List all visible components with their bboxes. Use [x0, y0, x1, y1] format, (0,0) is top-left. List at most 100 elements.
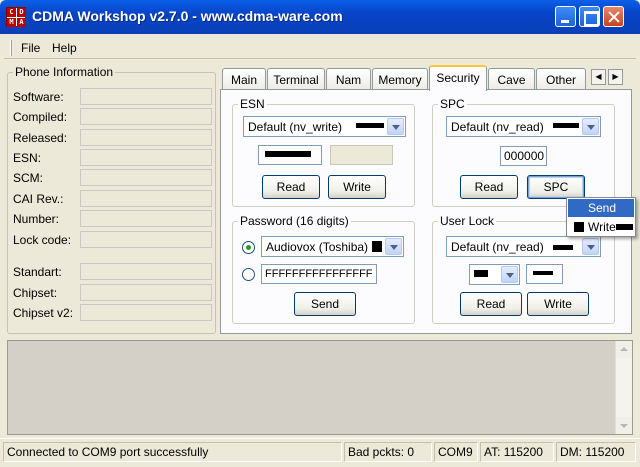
chipset-v2-label: Chipset v2: — [13, 306, 74, 320]
standart-label: Standart: — [13, 265, 62, 279]
esn-info-field — [80, 149, 212, 166]
scm-field — [80, 169, 212, 186]
chipset-label: Chipset: — [13, 286, 58, 300]
chipset-field — [80, 284, 212, 301]
lock-code-label: Lock code: — [13, 233, 72, 247]
spc-action-menu: Send Write — [566, 197, 636, 237]
phone-information-title: Phone Information — [13, 65, 116, 79]
tab-scroll-right-icon[interactable]: ▶ — [608, 69, 623, 85]
spc-read-button[interactable]: Read — [460, 175, 518, 199]
redaction-mark — [553, 245, 573, 250]
tab-nam[interactable]: Nam — [326, 68, 371, 90]
user-lock-method-value: Default (nv_read) — [451, 240, 544, 254]
redaction-mark — [616, 224, 633, 230]
password-custom-radio[interactable] — [242, 268, 255, 281]
redaction-mark — [574, 222, 584, 232]
spc-method-value: Default (nv_read) — [451, 120, 544, 134]
scroll-down-icon[interactable] — [616, 417, 632, 434]
spc-group: SPC Default (nv_read) 000000 Read SPC — [432, 97, 615, 207]
standart-field — [80, 263, 212, 280]
status-bar: Connected to COM9 port successfully Bad … — [0, 438, 640, 467]
popup-item-write[interactable]: Write — [568, 218, 634, 236]
esn-value-input[interactable] — [258, 145, 322, 165]
tab-memory[interactable]: Memory — [372, 68, 428, 90]
redaction-mark — [533, 271, 553, 275]
tab-other[interactable]: Other — [536, 68, 586, 90]
title-bar[interactable]: CDMA CDMA Workshop v2.7.0 - www.cdma-war… — [0, 0, 640, 34]
tab-main[interactable]: Main — [222, 68, 266, 90]
released-label: Released: — [13, 131, 68, 145]
status-bad-packets: Bad pckts: 0 — [344, 442, 432, 462]
menu-bar: File Help — [4, 37, 636, 59]
compiled-label: Compiled: — [13, 110, 68, 124]
redaction-mark — [474, 270, 488, 277]
user-lock-code-select[interactable] — [469, 264, 520, 285]
menu-help[interactable]: Help — [52, 41, 77, 55]
user-lock-code-input[interactable] — [526, 264, 563, 284]
esn-group: ESN Default (nv_write) Read Write — [232, 97, 415, 207]
menu-grip-icon — [10, 40, 12, 56]
chevron-down-icon[interactable] — [501, 266, 518, 283]
redaction-mark — [356, 123, 384, 128]
scm-label: SCM: — [13, 171, 43, 185]
user-lock-method-select[interactable]: Default (nv_read) — [446, 236, 601, 257]
esn-label: ESN: — [13, 151, 42, 165]
menu-file[interactable]: File — [21, 41, 40, 55]
status-dm-baud: DM: 115200 — [556, 442, 636, 462]
log-scrollbar[interactable] — [615, 341, 632, 434]
chevron-down-icon[interactable] — [387, 118, 404, 135]
password-preset-radio[interactable] — [242, 241, 255, 254]
user-lock-write-button[interactable]: Write — [527, 292, 589, 316]
password-send-button[interactable]: Send — [294, 292, 356, 316]
user-lock-read-button[interactable]: Read — [460, 292, 522, 316]
spc-button[interactable]: SPC — [527, 175, 585, 199]
tab-security[interactable]: Security — [429, 65, 487, 91]
popup-item-send[interactable]: Send — [568, 199, 634, 217]
esn-hex-input — [330, 145, 393, 165]
chevron-down-icon[interactable] — [385, 238, 402, 255]
popup-item-write-label: Write — [588, 220, 616, 234]
scroll-up-icon[interactable] — [616, 341, 632, 358]
redaction-mark — [372, 241, 382, 252]
maximize-button[interactable] — [579, 6, 600, 27]
spc-group-title: SPC — [438, 97, 467, 111]
spc-code-input[interactable]: 000000 — [500, 146, 547, 166]
tab-cave[interactable]: Cave — [488, 68, 535, 90]
software-label: Software: — [13, 90, 64, 104]
close-button[interactable] — [603, 6, 624, 27]
chevron-down-icon[interactable] — [582, 118, 599, 135]
window-title: CDMA Workshop v2.7.0 - www.cdma-ware.com — [32, 8, 343, 24]
number-label: Number: — [13, 212, 60, 226]
chevron-down-icon[interactable] — [582, 238, 599, 255]
cai-rev-label: CAI Rev.: — [13, 192, 64, 206]
esn-group-title: ESN — [238, 97, 267, 111]
compiled-field — [80, 108, 212, 125]
released-field — [80, 129, 212, 146]
minimize-button[interactable] — [555, 6, 576, 27]
tab-terminal[interactable]: Terminal — [267, 68, 325, 90]
status-message: Connected to COM9 port successfully — [3, 442, 342, 462]
app-icon: CDMA — [6, 7, 26, 27]
chipset-v2-field — [80, 304, 212, 321]
phone-information-group: Phone Information Software: Compiled: Re… — [7, 65, 216, 334]
status-at-baud: AT: 115200 — [480, 442, 554, 462]
redaction-mark — [265, 151, 311, 157]
log-area[interactable] — [7, 340, 633, 435]
esn-method-select[interactable]: Default (nv_write) — [243, 116, 406, 137]
status-port: COM9 — [434, 442, 478, 462]
software-field — [80, 88, 212, 105]
number-field — [80, 210, 212, 227]
esn-method-value: Default (nv_write) — [248, 120, 343, 134]
password-custom-input[interactable]: FFFFFFFFFFFFFFFF — [261, 264, 377, 284]
spc-method-select[interactable]: Default (nv_read) — [446, 116, 601, 137]
password-preset-select[interactable]: Audiovox (Toshiba) — [261, 236, 404, 257]
esn-write-button[interactable]: Write — [328, 175, 386, 199]
lock-code-field — [80, 231, 212, 248]
tab-scroll-left-icon[interactable]: ◀ — [591, 69, 606, 85]
user-lock-group-title: User Lock — [438, 214, 497, 228]
esn-read-button[interactable]: Read — [262, 175, 320, 199]
password-group: Password (16 digits) Audiovox (Toshiba) … — [232, 214, 415, 324]
redaction-mark — [553, 123, 579, 128]
password-group-title: Password (16 digits) — [238, 214, 351, 228]
password-preset-value: Audiovox (Toshiba) — [266, 240, 369, 254]
